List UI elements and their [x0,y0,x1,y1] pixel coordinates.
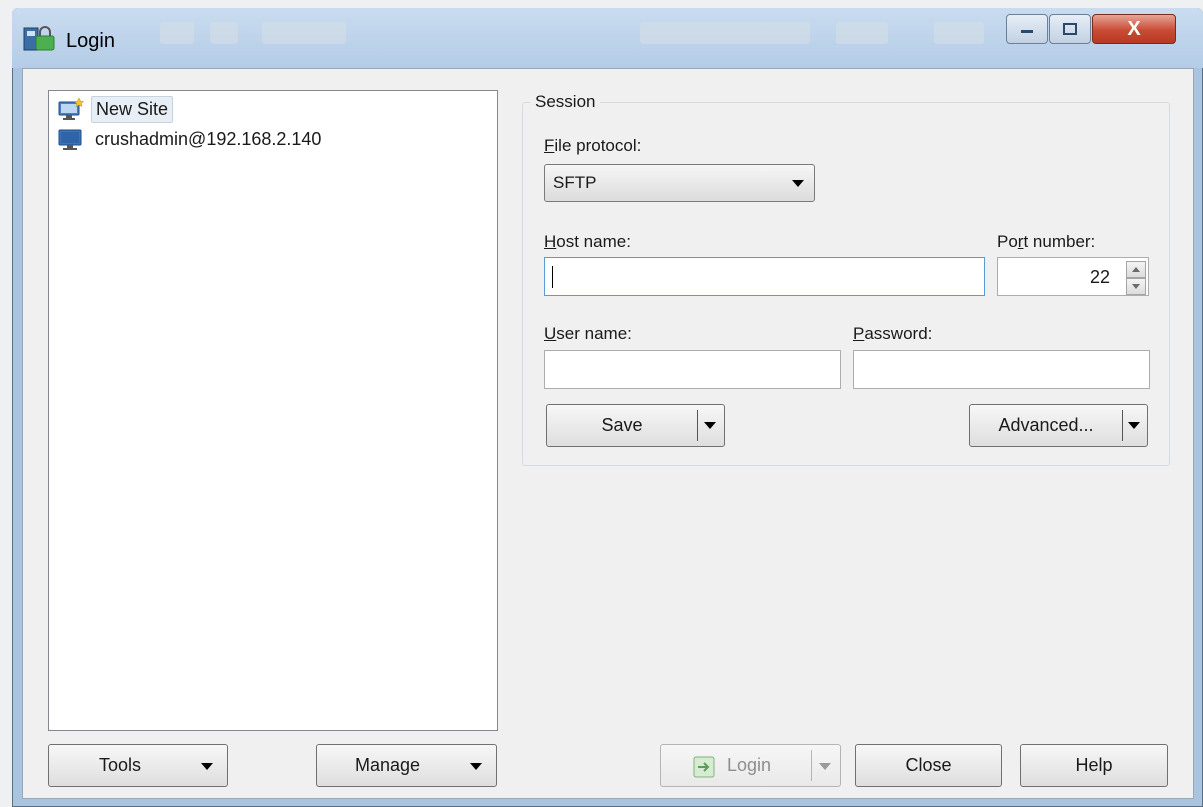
help-button-label: Help [1075,755,1113,775]
text-caret [552,266,553,288]
background-blur [210,22,238,44]
close-icon: X [1127,17,1141,40]
manage-button[interactable]: Manage [316,744,497,787]
advanced-button-label: Advanced... [998,415,1094,435]
password-label: Password: [853,324,933,343]
minimize-icon [1021,30,1033,33]
background-blur [640,22,810,44]
login-button-label: Login [727,755,772,775]
site-item-new-site[interactable]: New Site [57,95,174,123]
chevron-down-icon[interactable] [1128,422,1140,429]
file-protocol-value: SFTP [553,173,597,192]
login-button[interactable]: Login [660,744,841,787]
chevron-down-icon[interactable] [704,422,716,429]
background-blur [934,22,984,44]
port-number-label: Port number: [997,232,1096,251]
close-button[interactable]: Close [855,744,1002,787]
login-app-icon [22,22,60,58]
manage-button-label: Manage [355,755,421,775]
port-number-stepper[interactable]: 22 [997,257,1149,296]
chevron-down-icon [792,180,804,187]
window-close-button[interactable]: X [1092,14,1176,44]
minimize-button[interactable] [1006,14,1048,44]
computer-icon [58,129,82,150]
save-button-label: Save [601,415,643,435]
user-name-label: User name: [544,324,632,343]
arrow-up-icon [1132,267,1140,272]
login-icon [693,756,715,778]
new-site-icon [58,97,85,120]
save-button[interactable]: Save [546,404,725,447]
background-blur [836,22,888,44]
port-number-value: 22 [1089,267,1110,287]
chevron-down-icon [819,763,831,770]
tools-button-label: Tools [99,755,142,775]
spin-down-button[interactable] [1126,278,1146,295]
advanced-button[interactable]: Advanced... [969,404,1148,447]
chevron-down-icon [201,763,213,770]
site-item-crushadmin[interactable]: crushadmin@192.168.2.140 [57,125,325,153]
site-label: crushadmin@192.168.2.140 [95,128,322,149]
host-name-label: Host name: [544,232,631,251]
split-separator [811,750,812,781]
password-input[interactable] [853,350,1150,389]
chevron-down-icon [470,763,482,770]
maximize-icon [1063,23,1077,35]
site-label: New Site [91,95,174,123]
host-name-input[interactable] [544,257,985,296]
window-title: Login [66,30,115,52]
spin-up-button[interactable] [1126,261,1146,278]
file-protocol-label: File protocol: [544,136,642,155]
close-button-label: Close [905,755,952,775]
session-group-label: Session [530,92,601,112]
split-separator [1122,410,1123,441]
background-blur [160,22,194,44]
help-button[interactable]: Help [1020,744,1168,787]
background-blur [262,22,346,44]
split-separator [697,410,698,441]
user-name-input[interactable] [544,350,841,389]
maximize-button[interactable] [1049,14,1091,44]
site-tree[interactable]: New Site crushadmin@192.168.2.140 [48,90,498,731]
tools-button[interactable]: Tools [48,744,228,787]
file-protocol-select[interactable]: SFTP [544,164,815,202]
arrow-down-icon [1132,284,1140,289]
